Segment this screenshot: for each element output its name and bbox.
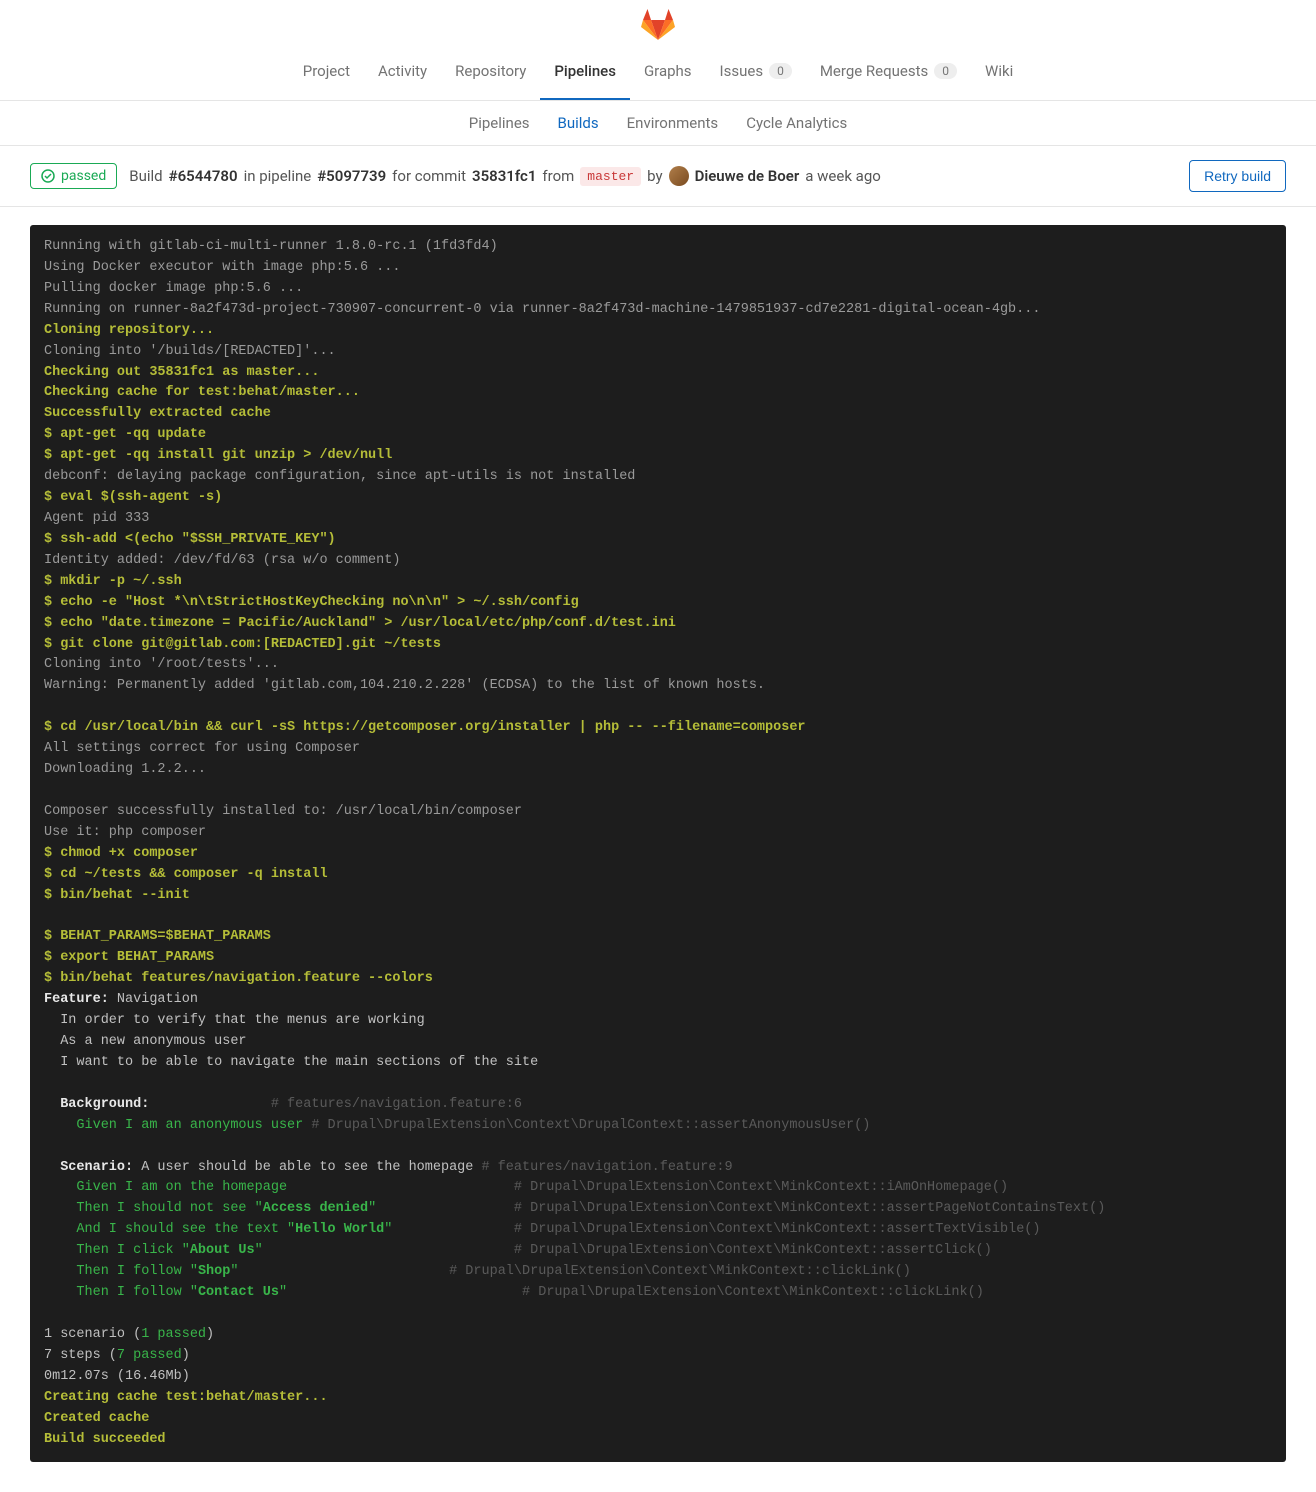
nav-pipelines[interactable]: Pipelines [540,44,630,100]
commit-sha[interactable]: 35831fc1 [472,167,536,185]
subnav-cycle-analytics[interactable]: Cycle Analytics [732,101,861,145]
subnav-builds[interactable]: Builds [544,101,613,145]
avatar[interactable] [669,166,689,186]
status-badge: passed [30,163,117,189]
nav-project[interactable]: Project [289,44,364,100]
branch-label[interactable]: master [580,167,641,186]
sub-nav: Pipelines Builds Environments Cycle Anal… [0,101,1316,146]
nav-wiki[interactable]: Wiki [971,44,1027,100]
nav-issues[interactable]: Issues 0 [706,44,806,100]
mr-count-badge: 0 [934,63,957,79]
issues-count-badge: 0 [769,63,792,79]
nav-graphs[interactable]: Graphs [630,44,706,100]
check-circle-icon [41,169,55,183]
build-id[interactable]: #6544780 [169,167,238,185]
retry-build-button[interactable]: Retry build [1189,160,1286,192]
nav-activity[interactable]: Activity [364,44,441,100]
pipeline-id[interactable]: #5097739 [317,167,386,185]
subnav-pipelines[interactable]: Pipelines [455,101,544,145]
build-meta: Build #6544780 in pipeline #5097739 for … [129,166,881,186]
gitlab-logo-icon[interactable] [640,6,676,42]
author-name[interactable]: Dieuwe de Boer [695,167,800,185]
nav-repository[interactable]: Repository [441,44,540,100]
build-time: a week ago [805,167,881,185]
status-label: passed [61,168,106,184]
logo-row [0,0,1316,44]
nav-merge-requests[interactable]: Merge Requests 0 [806,44,971,100]
subnav-environments[interactable]: Environments [613,101,733,145]
main-nav: Project Activity Repository Pipelines Gr… [0,44,1316,101]
build-header: passed Build #6544780 in pipeline #50977… [0,146,1316,207]
